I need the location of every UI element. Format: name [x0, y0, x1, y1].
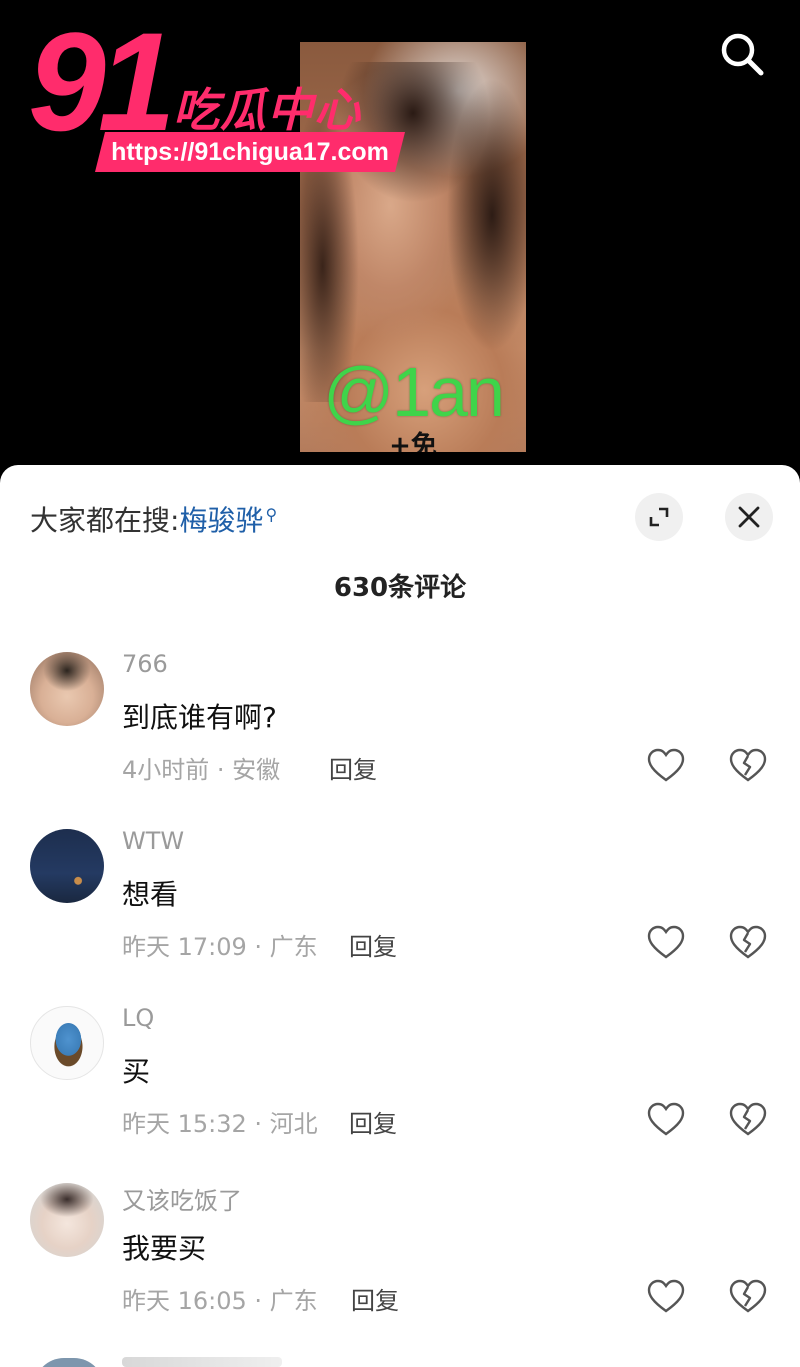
comment-item: 又该吃饭了 我要买 昨天 16:05 · 广东 回复	[0, 1183, 800, 1353]
comment-item: LQ 买 昨天 15:32 · 河北 回复	[0, 1004, 800, 1176]
watermark-logo: 91 吃瓜中心 https://91chigua17.com	[28, 12, 408, 176]
heart-icon[interactable]	[647, 748, 685, 784]
comment-text: 到底谁有啊?	[122, 701, 277, 734]
comment-username[interactable]: 766	[122, 650, 168, 678]
heart-icon[interactable]	[647, 1279, 685, 1315]
logo-name: 吃瓜中心	[173, 83, 361, 137]
expand-icon	[649, 507, 669, 527]
comment-sheet: 大家都在搜:梅骏骅 ⚲ 630条评论 766 到底谁有啊? 4小时前 · 安徽 回…	[0, 465, 800, 1367]
comment-item: WTW 想看 昨天 17:09 · 广东 回复	[0, 827, 800, 999]
logo-url: https://91chigua17.com	[111, 138, 389, 166]
comment-text: 想看	[122, 878, 179, 911]
hot-search-term[interactable]: 梅骏骅	[179, 504, 263, 537]
logo-url-banner: https://91chigua17.com	[95, 132, 405, 172]
comment-username	[122, 1357, 282, 1367]
avatar[interactable]	[30, 1006, 104, 1080]
comment-item: 766 到底谁有啊? 4小时前 · 安徽 回复	[0, 650, 800, 822]
avatar[interactable]	[34, 1358, 104, 1367]
video-caption-overlay: +免	[389, 431, 437, 452]
avatar[interactable]	[30, 1183, 104, 1257]
heart-icon[interactable]	[647, 1102, 685, 1138]
expand-button[interactable]	[635, 493, 683, 541]
broken-heart-icon[interactable]	[729, 1279, 767, 1315]
reply-button[interactable]: 回复	[351, 1281, 399, 1316]
broken-heart-icon[interactable]	[729, 1102, 767, 1138]
close-button[interactable]	[725, 493, 773, 541]
hot-search-prefix: 大家都在搜:	[30, 504, 180, 537]
logo-number: 91	[28, 3, 176, 160]
comment-username[interactable]: WTW	[122, 827, 184, 855]
comment-count: 630条评论	[333, 573, 467, 603]
broken-heart-icon[interactable]	[729, 925, 767, 961]
reply-button[interactable]: 回复	[349, 927, 397, 962]
search-icon	[721, 33, 764, 76]
search-button[interactable]	[716, 28, 768, 80]
reply-button[interactable]: 回复	[329, 750, 377, 785]
hot-search-bar[interactable]: 大家都在搜:梅骏骅 ⚲	[30, 499, 277, 539]
mini-search-icon: ⚲	[265, 504, 278, 524]
comment-username[interactable]: LQ	[122, 1004, 154, 1032]
heart-icon[interactable]	[647, 925, 685, 961]
close-icon	[738, 506, 760, 528]
avatar[interactable]	[30, 652, 104, 726]
comment-meta: 昨天 17:09 · 广东	[122, 933, 318, 961]
comment-meta: 4小时前 · 安徽	[122, 756, 281, 784]
video-player[interactable]: @1an +免 91 吃瓜中心 https://91chigua17.com	[0, 0, 800, 500]
broken-heart-icon[interactable]	[729, 748, 767, 784]
comment-text: 买	[122, 1055, 151, 1088]
comment-meta: 昨天 16:05 · 广东	[122, 1287, 318, 1315]
avatar[interactable]	[30, 829, 104, 903]
comment-text: 我要买	[122, 1232, 207, 1265]
comment-meta: 昨天 15:32 · 河北	[122, 1110, 318, 1138]
video-handle-overlay: @1an	[323, 353, 505, 431]
reply-button[interactable]: 回复	[349, 1104, 397, 1139]
comment-username[interactable]: 又该吃饭了	[122, 1181, 242, 1216]
